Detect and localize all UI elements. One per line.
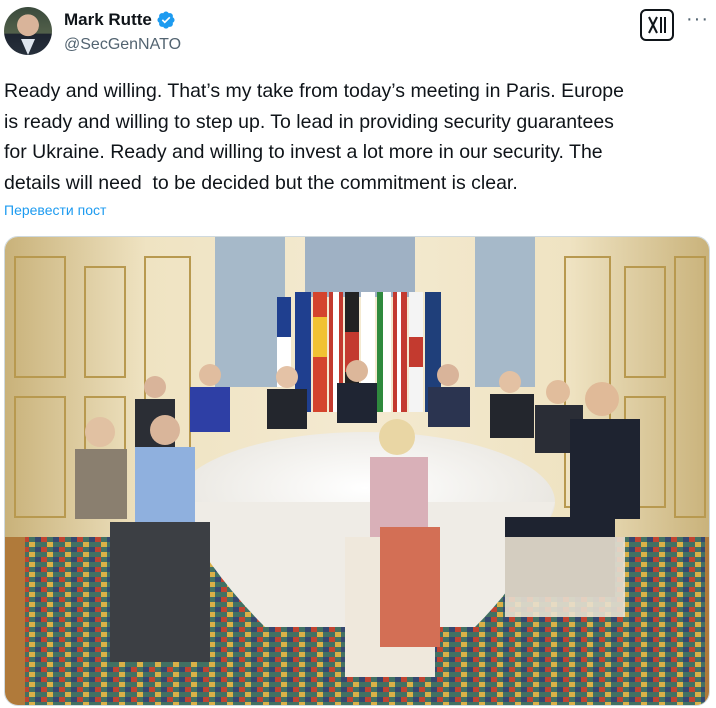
photo-illustration [5,237,709,705]
grok-button[interactable] [640,9,674,41]
translate-post-link[interactable]: Перевести пост [4,202,106,218]
author-handle[interactable]: @SecGenNATO [64,36,181,54]
author-name-row: Mark Rutte [64,10,176,30]
post-text: Ready and willing. That’s my take from t… [4,80,624,194]
author-display-name[interactable]: Mark Rutte [64,10,152,30]
grok-icon [648,16,666,34]
more-options-icon[interactable]: ··· [686,8,709,31]
meeting-photo[interactable] [4,236,710,706]
avatar-shirt [21,39,35,55]
verified-badge-icon [157,11,175,29]
profile-avatar[interactable] [4,7,52,55]
